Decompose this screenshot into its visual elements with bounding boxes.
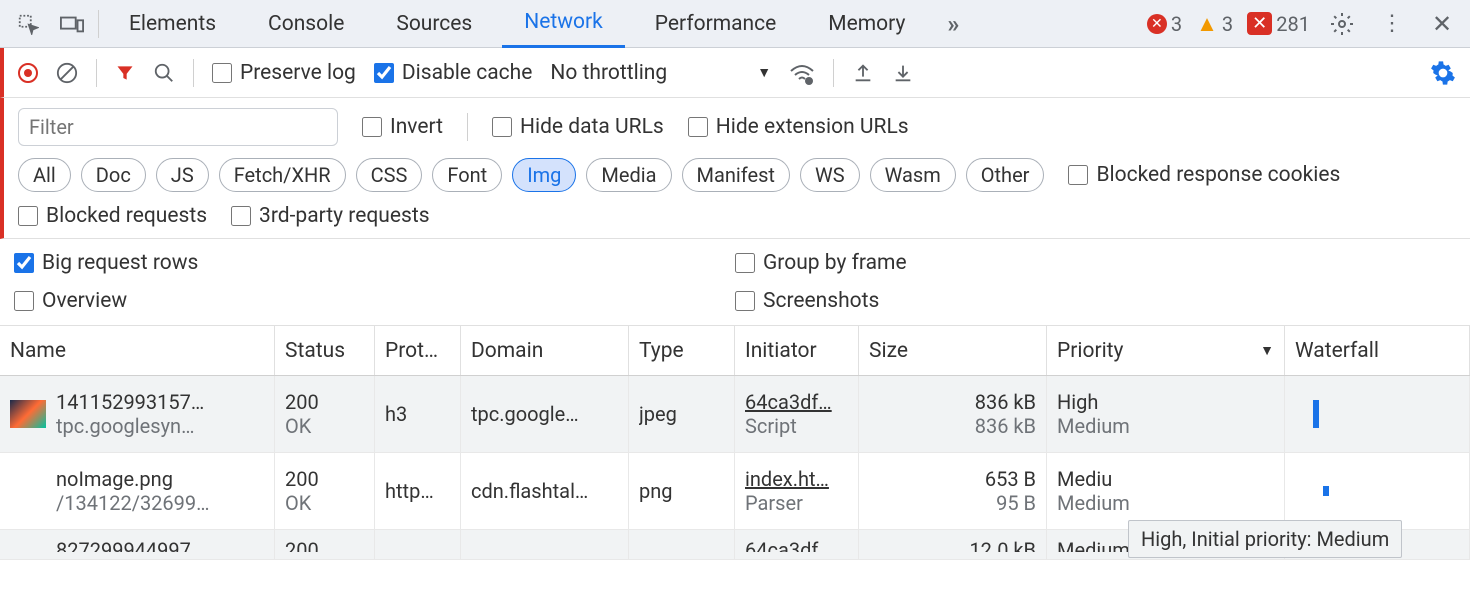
blocked-requests-checkbox[interactable]: Blocked requests xyxy=(18,204,207,228)
pill-manifest[interactable]: Manifest xyxy=(682,158,790,192)
record-button[interactable] xyxy=(18,63,38,83)
tab-sources[interactable]: Sources xyxy=(374,0,494,48)
pill-wasm[interactable]: Wasm xyxy=(870,158,956,192)
pill-doc[interactable]: Doc xyxy=(81,158,146,192)
issues-count[interactable]: ✕281 xyxy=(1247,12,1310,36)
devtools-tabs: Elements Console Sources Network Perform… xyxy=(0,0,1470,48)
filter-section: Invert Hide data URLs Hide extension URL… xyxy=(0,98,1470,239)
col-priority[interactable]: Priority▼ xyxy=(1047,326,1285,375)
separator xyxy=(467,113,468,141)
invert-checkbox[interactable]: Invert xyxy=(362,115,443,139)
tab-console[interactable]: Console xyxy=(246,0,366,48)
separator xyxy=(833,59,834,87)
filter-icon[interactable] xyxy=(115,63,135,83)
pill-ws[interactable]: WS xyxy=(800,158,860,192)
inspect-icon[interactable] xyxy=(10,6,46,42)
gear-icon[interactable] xyxy=(1324,6,1360,42)
table-row[interactable]: 141152993157…tpc.googlesyn… 200OK h3 tpc… xyxy=(0,376,1470,453)
pill-fetch[interactable]: Fetch/XHR xyxy=(219,158,346,192)
pill-css[interactable]: CSS xyxy=(356,158,423,192)
col-size[interactable]: Size xyxy=(859,326,1047,375)
separator xyxy=(98,10,99,38)
pill-font[interactable]: Font xyxy=(432,158,502,192)
pill-other[interactable]: Other xyxy=(966,158,1045,192)
separator xyxy=(96,59,97,87)
initiator-link[interactable]: 64ca3df… xyxy=(745,390,848,414)
filter-input[interactable] xyxy=(18,108,338,146)
tab-network[interactable]: Network xyxy=(502,0,625,48)
tab-performance[interactable]: Performance xyxy=(633,0,798,48)
clear-icon[interactable] xyxy=(56,62,78,84)
col-name[interactable]: Name xyxy=(0,326,275,375)
col-initiator[interactable]: Initiator xyxy=(735,326,859,375)
pill-img[interactable]: Img xyxy=(512,158,576,192)
settings-gear-icon[interactable] xyxy=(1430,60,1456,86)
third-party-checkbox[interactable]: 3rd-party requests xyxy=(231,204,429,228)
image-thumbnail xyxy=(10,400,46,428)
pill-media[interactable]: Media xyxy=(586,158,671,192)
waterfall-bar xyxy=(1323,486,1329,496)
col-protocol[interactable]: Prot… xyxy=(375,326,461,375)
error-count[interactable]: ✕3 xyxy=(1147,12,1182,36)
initiator-link[interactable]: 64ca3df… xyxy=(745,538,848,552)
col-type[interactable]: Type xyxy=(629,326,735,375)
table-header: Name Status Prot… Domain Type Initiator … xyxy=(0,326,1470,376)
col-status[interactable]: Status xyxy=(275,326,375,375)
throttling-select[interactable]: No throttling▼ xyxy=(550,61,771,85)
overview-checkbox[interactable]: Overview xyxy=(14,289,735,313)
pill-all[interactable]: All xyxy=(18,158,71,192)
sort-desc-icon: ▼ xyxy=(1260,342,1274,359)
table-row[interactable]: noImage.png/134122/32699… 200OK http… cd… xyxy=(0,453,1470,530)
close-icon[interactable]: ✕ xyxy=(1424,6,1460,42)
hide-data-urls-checkbox[interactable]: Hide data URLs xyxy=(492,115,664,139)
tab-elements[interactable]: Elements xyxy=(107,0,238,48)
priority-tooltip: High, Initial priority: Medium xyxy=(1128,520,1402,558)
search-icon[interactable] xyxy=(153,62,175,84)
network-toolbar: Preserve log Disable cache No throttling… xyxy=(0,48,1470,98)
view-options: Big request rows Overview Group by frame… xyxy=(0,239,1470,326)
pill-js[interactable]: JS xyxy=(156,158,209,192)
more-tabs-icon[interactable]: » xyxy=(935,6,971,42)
col-domain[interactable]: Domain xyxy=(461,326,629,375)
tab-memory[interactable]: Memory xyxy=(806,0,927,48)
separator xyxy=(193,59,194,87)
hide-ext-urls-checkbox[interactable]: Hide extension URLs xyxy=(688,115,909,139)
group-frame-checkbox[interactable]: Group by frame xyxy=(735,251,1456,275)
download-icon[interactable] xyxy=(892,62,914,84)
screenshots-checkbox[interactable]: Screenshots xyxy=(735,289,1456,313)
kebab-icon[interactable]: ⋮ xyxy=(1374,6,1410,42)
device-icon[interactable] xyxy=(54,6,90,42)
preserve-log-checkbox[interactable]: Preserve log xyxy=(212,61,356,85)
disable-cache-checkbox[interactable]: Disable cache xyxy=(374,61,533,85)
upload-icon[interactable] xyxy=(852,62,874,84)
warning-count[interactable]: ▲3 xyxy=(1196,11,1233,37)
network-conditions-icon[interactable] xyxy=(789,61,815,85)
big-rows-checkbox[interactable]: Big request rows xyxy=(14,251,735,275)
initiator-link[interactable]: index.ht… xyxy=(745,467,848,491)
type-filter-pills: All Doc JS Fetch/XHR CSS Font Img Media … xyxy=(18,158,1044,192)
blocked-cookies-checkbox[interactable]: Blocked response cookies xyxy=(1068,163,1340,187)
col-waterfall[interactable]: Waterfall xyxy=(1285,326,1470,375)
waterfall-bar xyxy=(1313,400,1319,428)
